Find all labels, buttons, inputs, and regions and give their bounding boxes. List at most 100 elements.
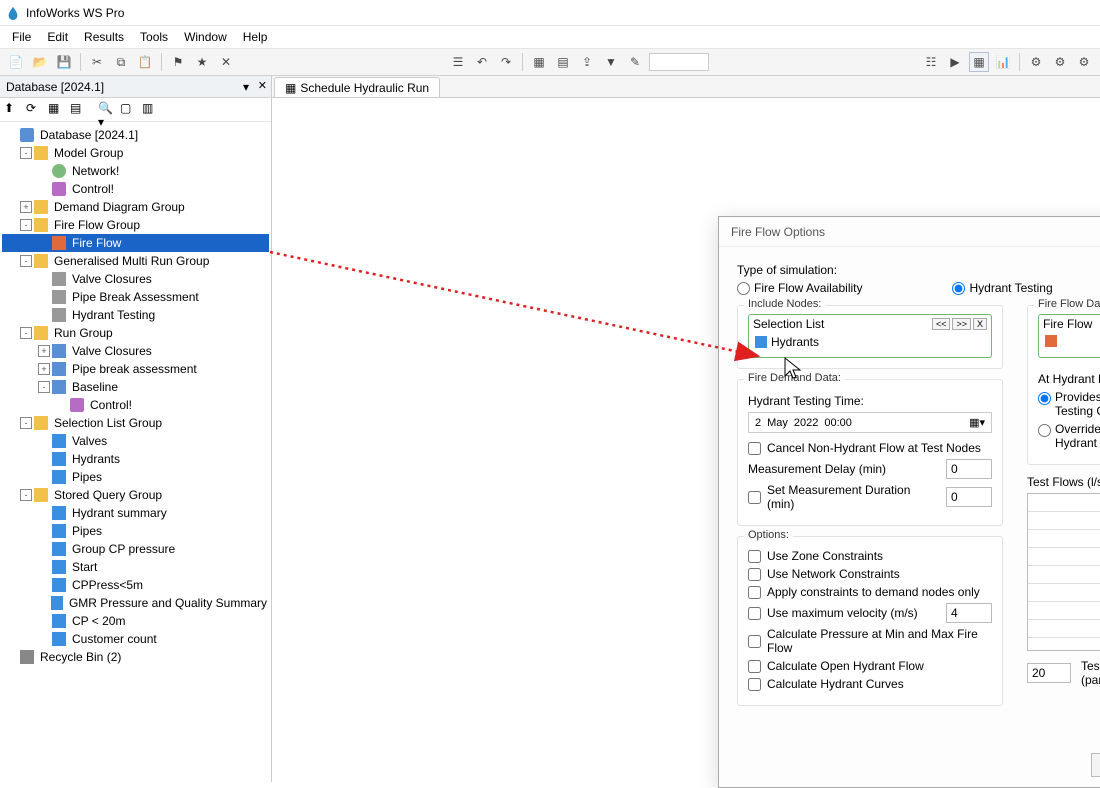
- tb-close-icon[interactable]: ✕: [216, 52, 236, 72]
- menu-help[interactable]: Help: [235, 28, 276, 46]
- menu-edit[interactable]: Edit: [39, 28, 76, 46]
- tb-dropdown[interactable]: [649, 53, 709, 71]
- sel-nav-prev-icon[interactable]: <<: [932, 318, 951, 330]
- tree-item[interactable]: +Pipe break assessment: [2, 360, 269, 378]
- tree-item[interactable]: Group CP pressure: [2, 540, 269, 558]
- tb-layers-icon[interactable]: ☷: [921, 52, 941, 72]
- selection-list-box[interactable]: Selection List << >> X Hydrants: [748, 314, 992, 358]
- chk-set-duration[interactable]: [748, 491, 761, 504]
- tree-item[interactable]: Start: [2, 558, 269, 576]
- tb-star-icon[interactable]: ★: [192, 52, 212, 72]
- tb-undo-icon[interactable]: ↶: [472, 52, 492, 72]
- tree-item[interactable]: GMR Pressure and Quality Summary: [2, 594, 269, 612]
- tb-gear1-icon[interactable]: ⚙: [1026, 52, 1046, 72]
- tree-item[interactable]: -Stored Query Group: [2, 486, 269, 504]
- tree-item[interactable]: +Valve Closures: [2, 342, 269, 360]
- tree-item[interactable]: Hydrant Testing: [2, 306, 269, 324]
- db-up-icon[interactable]: ⬆: [4, 101, 22, 119]
- tree-expander-icon[interactable]: -: [38, 381, 50, 393]
- db-link-icon[interactable]: ▢: [120, 101, 138, 119]
- menu-window[interactable]: Window: [176, 28, 235, 46]
- db-tree[interactable]: Database [2024.1]-Model GroupNetwork!Con…: [0, 122, 271, 782]
- tb-grid-icon[interactable]: ▤: [553, 52, 573, 72]
- tree-expander-icon[interactable]: -: [20, 147, 32, 159]
- ok-button[interactable]: OK: [1091, 753, 1100, 777]
- chk-calc-open[interactable]: [748, 660, 761, 673]
- tb-chart-icon[interactable]: 📊: [993, 52, 1013, 72]
- tree-item[interactable]: Control!: [2, 396, 269, 414]
- tree-expander-icon[interactable]: -: [20, 255, 32, 267]
- tb-export-icon[interactable]: ⇪: [577, 52, 597, 72]
- chk-maxvel[interactable]: [748, 607, 761, 620]
- tree-item[interactable]: Valve Closures: [2, 270, 269, 288]
- tree-expander-icon[interactable]: +: [38, 345, 50, 357]
- tb-pen-icon[interactable]: ✎: [625, 52, 645, 72]
- fire-flow-box[interactable]: Fire Flow >> X: [1038, 314, 1100, 358]
- meas-delay-input[interactable]: [946, 459, 992, 479]
- tree-item[interactable]: Pipes: [2, 522, 269, 540]
- tree-item[interactable]: +Demand Diagram Group: [2, 198, 269, 216]
- db-refresh-icon[interactable]: ⟳: [26, 101, 44, 119]
- radio-hydrant-testing[interactable]: Hydrant Testing: [952, 281, 1052, 295]
- set-duration-input[interactable]: [946, 487, 992, 507]
- radio-provides-missing[interactable]: Provides missing values for Hydrant Test…: [1038, 390, 1100, 418]
- tree-expander-icon[interactable]: -: [20, 327, 32, 339]
- chk-zone[interactable]: [748, 550, 761, 563]
- tree-expander-icon[interactable]: +: [38, 363, 50, 375]
- tree-item[interactable]: Recycle Bin (2): [2, 648, 269, 666]
- tree-item[interactable]: -Selection List Group: [2, 414, 269, 432]
- chk-demand[interactable]: [748, 586, 761, 599]
- tree-item[interactable]: -Generalised Multi Run Group: [2, 252, 269, 270]
- tree-expander-icon[interactable]: -: [20, 219, 32, 231]
- db-panel-close-icon[interactable]: ✕: [258, 79, 267, 92]
- tb-list-icon[interactable]: ☰: [448, 52, 468, 72]
- radio-overrides[interactable]: Overrides values defined at the Hydrant: [1038, 422, 1100, 450]
- tree-item[interactable]: Network!: [2, 162, 269, 180]
- tb-new-icon[interactable]: 📄: [6, 52, 26, 72]
- chk-cancel-flow[interactable]: [748, 442, 761, 455]
- chk-calc-curves[interactable]: [748, 678, 761, 691]
- sel-nav-next-icon[interactable]: >>: [952, 318, 971, 330]
- calendar-icon[interactable]: ▦▾: [969, 416, 985, 429]
- tree-item[interactable]: Hydrant summary: [2, 504, 269, 522]
- tb-filter-icon[interactable]: ▼: [601, 52, 621, 72]
- tb-redo-icon[interactable]: ↷: [496, 52, 516, 72]
- tree-expander-icon[interactable]: -: [20, 489, 32, 501]
- chk-network[interactable]: [748, 568, 761, 581]
- radio-availability[interactable]: Fire Flow Availability: [737, 281, 862, 295]
- menu-results[interactable]: Results: [76, 28, 132, 46]
- chk-calc-pressure[interactable]: [748, 635, 761, 648]
- tree-item[interactable]: -Run Group: [2, 324, 269, 342]
- db-new-icon[interactable]: ▦: [48, 101, 66, 119]
- tree-item[interactable]: Fire Flow: [2, 234, 269, 252]
- sel-nav-clear-icon[interactable]: X: [973, 318, 987, 330]
- tb-run-icon[interactable]: ▶: [945, 52, 965, 72]
- db-panel-pin-icon[interactable]: ▾: [243, 80, 249, 94]
- tb-copy-icon[interactable]: ⧉: [111, 52, 131, 72]
- tree-item[interactable]: Valves: [2, 432, 269, 450]
- tree-item[interactable]: Control!: [2, 180, 269, 198]
- tree-item[interactable]: Pipes: [2, 468, 269, 486]
- menu-tools[interactable]: Tools: [132, 28, 176, 46]
- tb-save-icon[interactable]: 💾: [54, 52, 74, 72]
- tb-flag-icon[interactable]: ⚑: [168, 52, 188, 72]
- tb-cut-icon[interactable]: ✂: [87, 52, 107, 72]
- tb-paste-icon[interactable]: 📋: [135, 52, 155, 72]
- tree-item[interactable]: -Model Group: [2, 144, 269, 162]
- tb-table-icon[interactable]: ▦: [529, 52, 549, 72]
- tb-gear3-icon[interactable]: ⚙: [1074, 52, 1094, 72]
- tab-schedule-run[interactable]: ▦ Schedule Hydraulic Run: [274, 77, 440, 97]
- maxvel-input[interactable]: [946, 603, 992, 623]
- hydrant-time-picker[interactable]: 2 May 2022 00:00 ▦▾: [748, 412, 992, 433]
- tree-item[interactable]: -Baseline: [2, 378, 269, 396]
- tb-results-icon[interactable]: ▦: [969, 52, 989, 72]
- tb-gear2-icon[interactable]: ⚙: [1050, 52, 1070, 72]
- tree-item[interactable]: Customer count: [2, 630, 269, 648]
- test-cases-input[interactable]: [1027, 663, 1071, 683]
- tree-item[interactable]: CPPress<5m: [2, 576, 269, 594]
- test-flows-grid[interactable]: ▴ ▾: [1027, 493, 1100, 651]
- db-grid-icon[interactable]: ▤: [70, 101, 88, 119]
- tree-expander-icon[interactable]: -: [20, 417, 32, 429]
- tree-item[interactable]: CP < 20m: [2, 612, 269, 630]
- tree-item[interactable]: -Fire Flow Group: [2, 216, 269, 234]
